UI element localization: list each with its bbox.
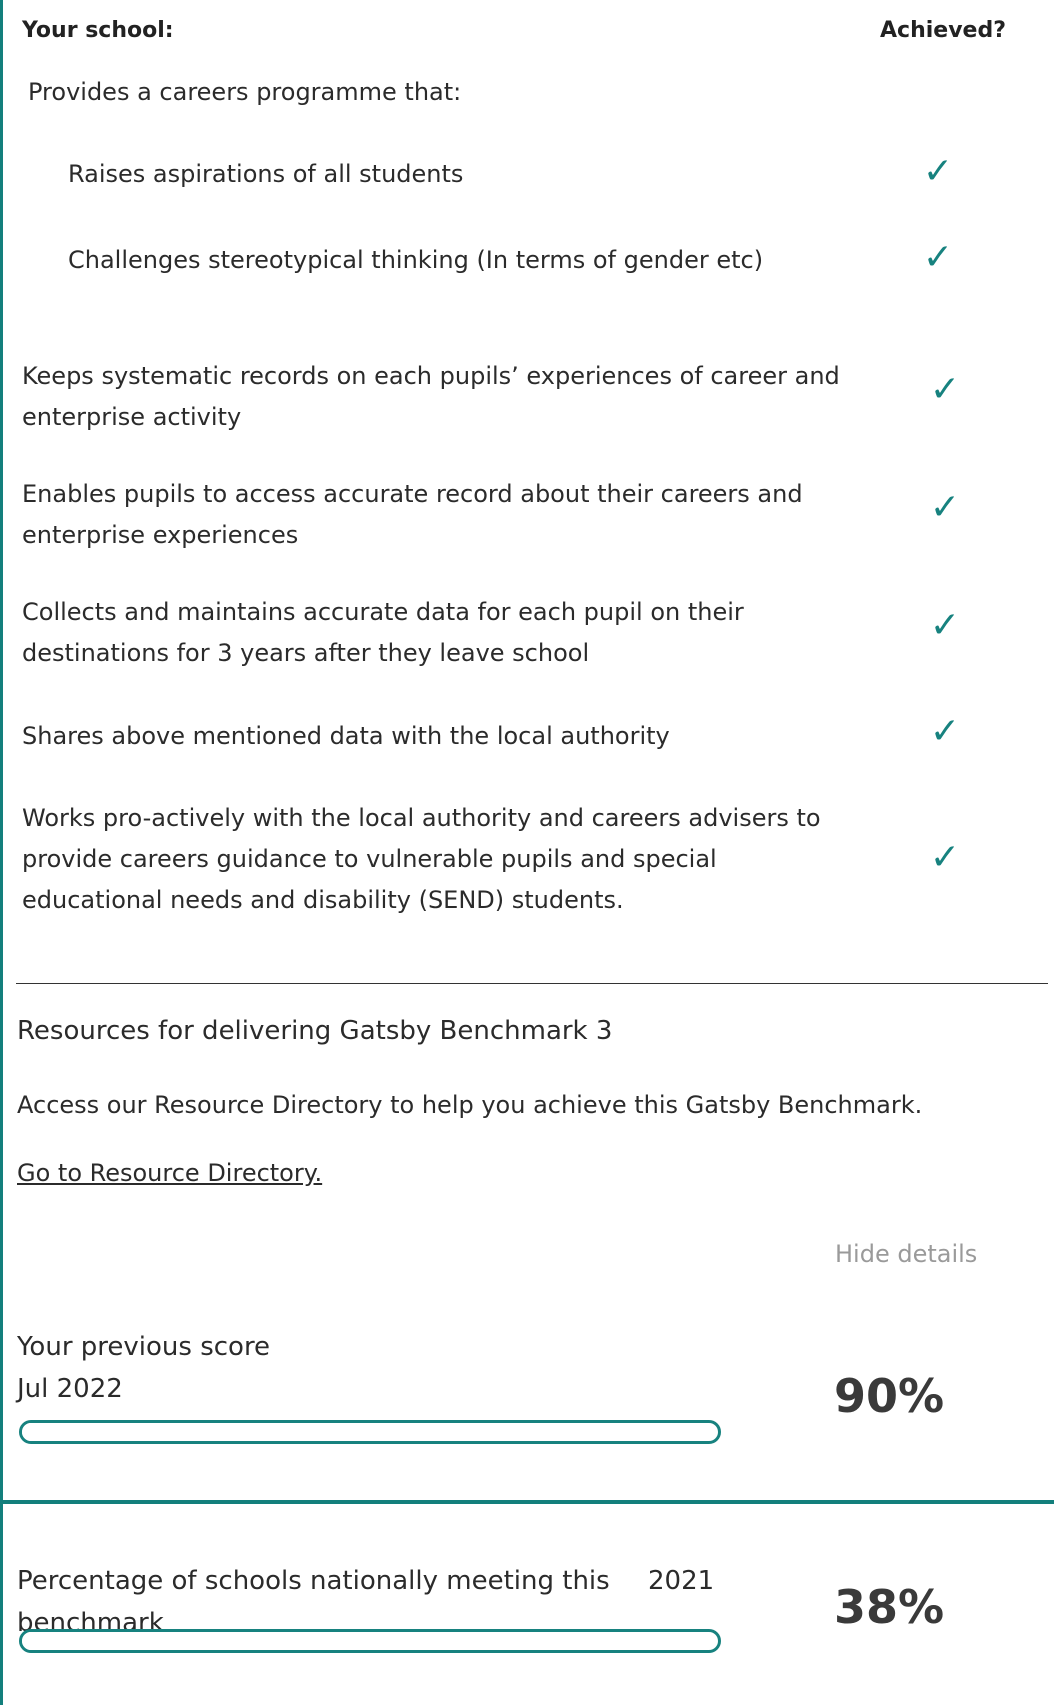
resources-title: Resources for delivering Gatsby Benchmar… (17, 1016, 613, 1046)
previous-score-date: Jul 2022 (17, 1374, 123, 1404)
your-school-header: Your school: (22, 18, 174, 43)
resource-directory-link[interactable]: Go to Resource Directory. (17, 1159, 322, 1187)
hide-details-toggle[interactable]: Hide details (835, 1240, 977, 1268)
national-value: 38% (834, 1580, 945, 1634)
check-icon: ✓ (929, 837, 961, 878)
previous-score-bar (19, 1420, 721, 1444)
national-bar-fill (22, 1632, 287, 1650)
check-icon: ✓ (929, 369, 961, 410)
criterion-text: Collects and maintains accurate data for… (22, 598, 744, 667)
previous-score-label: Your previous score (17, 1332, 271, 1362)
check-icon: ✓ (929, 711, 961, 752)
check-icon: ✓ (929, 605, 961, 646)
achieved-header: Achieved? (880, 18, 1006, 43)
national-bar (19, 1629, 721, 1653)
criterion-text: Shares above mentioned data with the loc… (22, 722, 670, 750)
check-icon: ✓ (922, 237, 954, 278)
criterion-text: Works pro-actively with the local author… (22, 804, 821, 914)
criterion-text: Enables pupils to access accurate record… (22, 480, 803, 549)
criterion-text: Raises aspirations of all students (68, 160, 464, 188)
programme-intro: Provides a careers programme that: (28, 78, 462, 106)
score-divider (0, 1500, 1054, 1504)
previous-score-value: 90% (834, 1369, 945, 1423)
criterion-text: Challenges stereotypical thinking (In te… (68, 246, 764, 274)
previous-score-bar-fill (22, 1423, 649, 1441)
section-divider (16, 983, 1048, 984)
national-year: 2021 (648, 1566, 715, 1596)
left-border (0, 0, 3, 1705)
criterion-text: Keeps systematic records on each pupils’… (22, 362, 840, 431)
check-icon: ✓ (922, 151, 954, 192)
resources-description: Access our Resource Directory to help yo… (17, 1091, 923, 1119)
check-icon: ✓ (929, 487, 961, 528)
